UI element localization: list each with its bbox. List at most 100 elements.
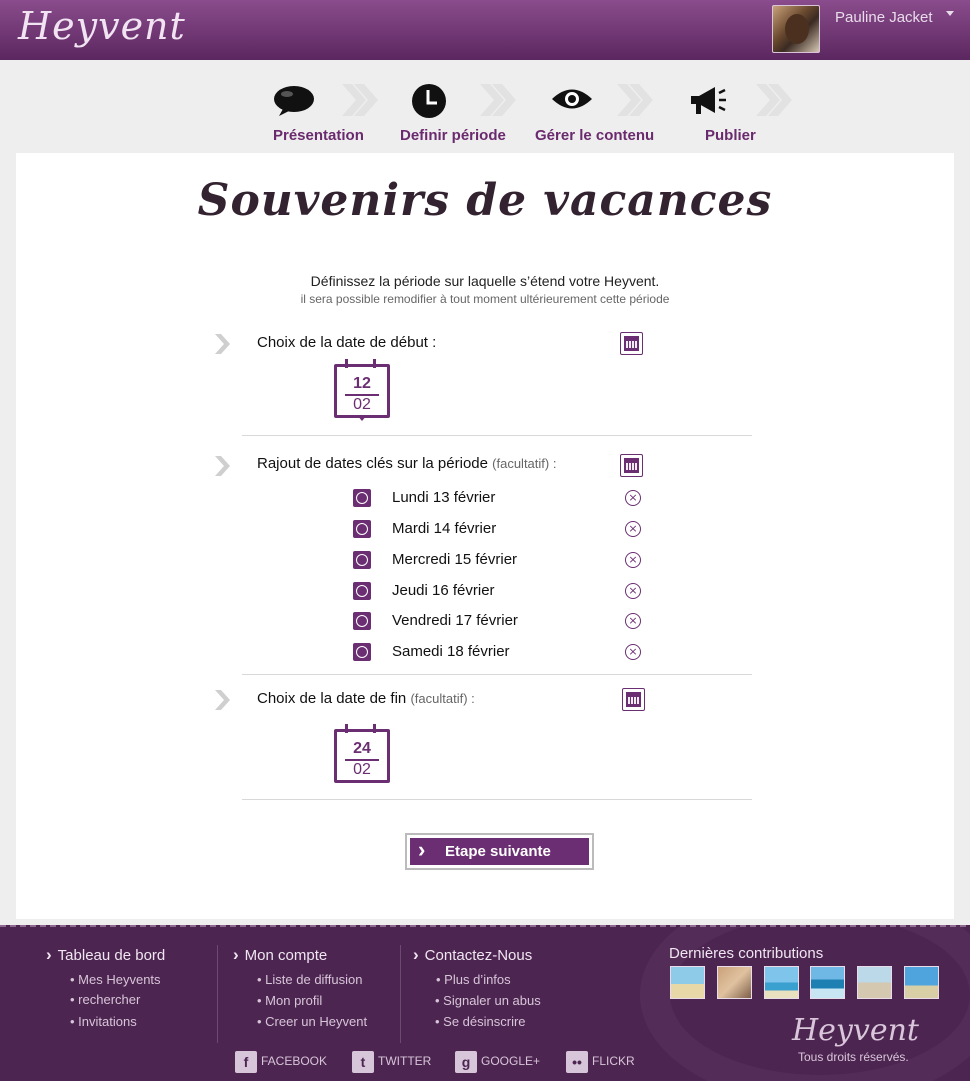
key-date-row: Lundi 13 février ×	[353, 489, 653, 509]
eye-icon[interactable]	[551, 86, 593, 112]
contributions-title: Dernières contributions	[669, 945, 824, 962]
end-date-tile[interactable]: 24 02	[334, 724, 390, 783]
step-definir-periode[interactable]: Definir période	[400, 127, 506, 144]
alarm-clock-icon	[353, 520, 371, 538]
top-bar: Heyvent Pauline Jacket	[0, 0, 970, 60]
section-arrow-icon	[215, 334, 230, 354]
start-date-label: Choix de la date de début :	[257, 334, 437, 351]
next-step-button[interactable]: Etape suivante	[405, 833, 594, 870]
footer-link-invitations[interactable]: Invitations	[70, 1014, 137, 1029]
contribution-thumbnail[interactable]	[904, 966, 939, 999]
copyright-text: Tous droits réservés.	[798, 1050, 909, 1064]
footer-link-plus-infos[interactable]: Plus d’infos	[436, 972, 510, 987]
step-publier[interactable]: Publier	[705, 127, 756, 144]
section-arrow-icon	[215, 690, 230, 710]
start-day: 12	[353, 375, 371, 392]
footer-heyvent-logo[interactable]: Heyvent	[792, 1013, 919, 1048]
speech-bubble-icon[interactable]	[273, 85, 315, 117]
alarm-clock-icon	[353, 551, 371, 569]
start-date-tile[interactable]: 12 02	[334, 359, 390, 421]
alarm-clock-icon	[353, 643, 371, 661]
optional-hint: (facultatif) :	[410, 691, 475, 706]
contribution-thumbnail[interactable]	[670, 966, 705, 999]
calendar-icon	[624, 458, 639, 473]
key-date-text: Samedi 18 février	[392, 643, 510, 660]
key-date-row: Samedi 18 février ×	[353, 643, 653, 663]
megaphone-icon[interactable]	[689, 85, 727, 117]
step-chevron-icon	[756, 84, 792, 116]
key-date-row: Jeudi 16 février ×	[353, 582, 653, 602]
key-date-text: Vendredi 17 février	[392, 612, 518, 629]
user-menu-caret-icon[interactable]	[946, 11, 954, 16]
optional-hint: (facultatif) :	[492, 456, 557, 471]
footer-link-signaler-abus[interactable]: Signaler un abus	[435, 993, 541, 1008]
remove-date-icon[interactable]: ×	[625, 583, 641, 599]
contribution-thumbnail[interactable]	[857, 966, 892, 999]
user-avatar[interactable]	[772, 5, 820, 53]
alarm-clock-icon	[353, 489, 371, 507]
remove-date-icon[interactable]: ×	[625, 613, 641, 629]
footer-separator	[217, 945, 218, 1043]
contribution-thumbnail[interactable]	[810, 966, 845, 999]
alarm-clock-icon	[353, 582, 371, 600]
footer-tableau-de-bord[interactable]: Tableau de bord	[46, 945, 166, 965]
facebook-icon: f	[235, 1051, 257, 1073]
key-dates-calendar-button[interactable]	[620, 454, 643, 477]
footer-contactez-nous[interactable]: Contactez-Nous	[413, 945, 533, 965]
googleplus-icon: g	[455, 1051, 477, 1073]
key-dates-label-text: Rajout de dates clés sur la période	[257, 455, 488, 472]
heyvent-logo[interactable]: Heyvent	[18, 4, 186, 48]
end-date-label: Choix de la date de fin (facultatif) :	[257, 690, 475, 707]
footer-link-rechercher[interactable]: rechercher	[70, 992, 140, 1007]
step-chevron-icon	[480, 84, 516, 116]
footer-link-mon-profil[interactable]: Mon profil	[257, 993, 322, 1008]
end-date-calendar-button[interactable]	[622, 688, 645, 711]
remove-date-icon[interactable]: ×	[625, 644, 641, 660]
intro-text: Définissez la période sur laquelle s’éte…	[310, 273, 660, 289]
footer-link-se-desinscrire[interactable]: Se désinscrire	[435, 1014, 525, 1029]
alarm-clock-icon	[353, 612, 371, 630]
intro-note: il sera possible remodifier à tout momen…	[300, 292, 670, 306]
contribution-thumbnail[interactable]	[717, 966, 752, 999]
twitter-icon: t	[352, 1051, 374, 1073]
key-date-row: Mardi 14 février ×	[353, 520, 653, 540]
footer-link-mes-heyvents[interactable]: Mes Heyvents	[70, 972, 160, 987]
start-date-calendar-button[interactable]	[620, 332, 643, 355]
step-presentation[interactable]: Présentation	[273, 127, 364, 144]
calendar-icon	[624, 336, 639, 351]
remove-date-icon[interactable]: ×	[625, 552, 641, 568]
calendar-icon	[626, 692, 641, 707]
user-name[interactable]: Pauline Jacket	[835, 9, 933, 26]
remove-date-icon[interactable]: ×	[625, 490, 641, 506]
step-gerer-contenu[interactable]: Gérer le contenu	[535, 127, 654, 144]
key-date-text: Mardi 14 février	[392, 520, 497, 537]
flickr-link[interactable]: •• FLICKR	[566, 1051, 635, 1073]
twitter-link[interactable]: t TWITTER	[352, 1051, 431, 1073]
start-month: 02	[353, 396, 371, 413]
step-chevron-icon	[617, 84, 653, 116]
footer-link-liste-diffusion[interactable]: Liste de diffusion	[257, 972, 362, 987]
section-divider	[242, 799, 752, 800]
clock-icon[interactable]	[411, 83, 447, 119]
facebook-link[interactable]: f FACEBOOK	[235, 1051, 327, 1073]
googleplus-link[interactable]: g GOOGLE+	[455, 1051, 540, 1073]
key-date-text: Jeudi 16 février	[392, 582, 495, 599]
key-dates-label: Rajout de dates clés sur la période (fac…	[257, 455, 556, 472]
remove-date-icon[interactable]: ×	[625, 521, 641, 537]
key-date-row: Vendredi 17 février ×	[353, 612, 653, 632]
footer-mon-compte[interactable]: Mon compte	[233, 945, 328, 965]
footer: Tableau de bord Mes Heyvents rechercher …	[0, 925, 970, 1081]
flickr-icon: ••	[566, 1051, 588, 1073]
key-date-text: Lundi 13 février	[392, 489, 496, 506]
end-month: 02	[353, 761, 371, 778]
step-chevron-icon	[342, 84, 378, 116]
end-day: 24	[353, 740, 371, 757]
key-date-row: Mercredi 15 février ×	[353, 551, 653, 571]
next-step-label: Etape suivante	[410, 836, 589, 865]
footer-link-creer-heyvent[interactable]: Creer un Heyvent	[257, 1014, 367, 1029]
section-divider	[242, 435, 752, 436]
end-date-label-text: Choix de la date de fin	[257, 690, 407, 707]
contribution-thumbnail[interactable]	[764, 966, 799, 999]
footer-separator	[400, 945, 401, 1043]
section-divider	[242, 674, 752, 675]
